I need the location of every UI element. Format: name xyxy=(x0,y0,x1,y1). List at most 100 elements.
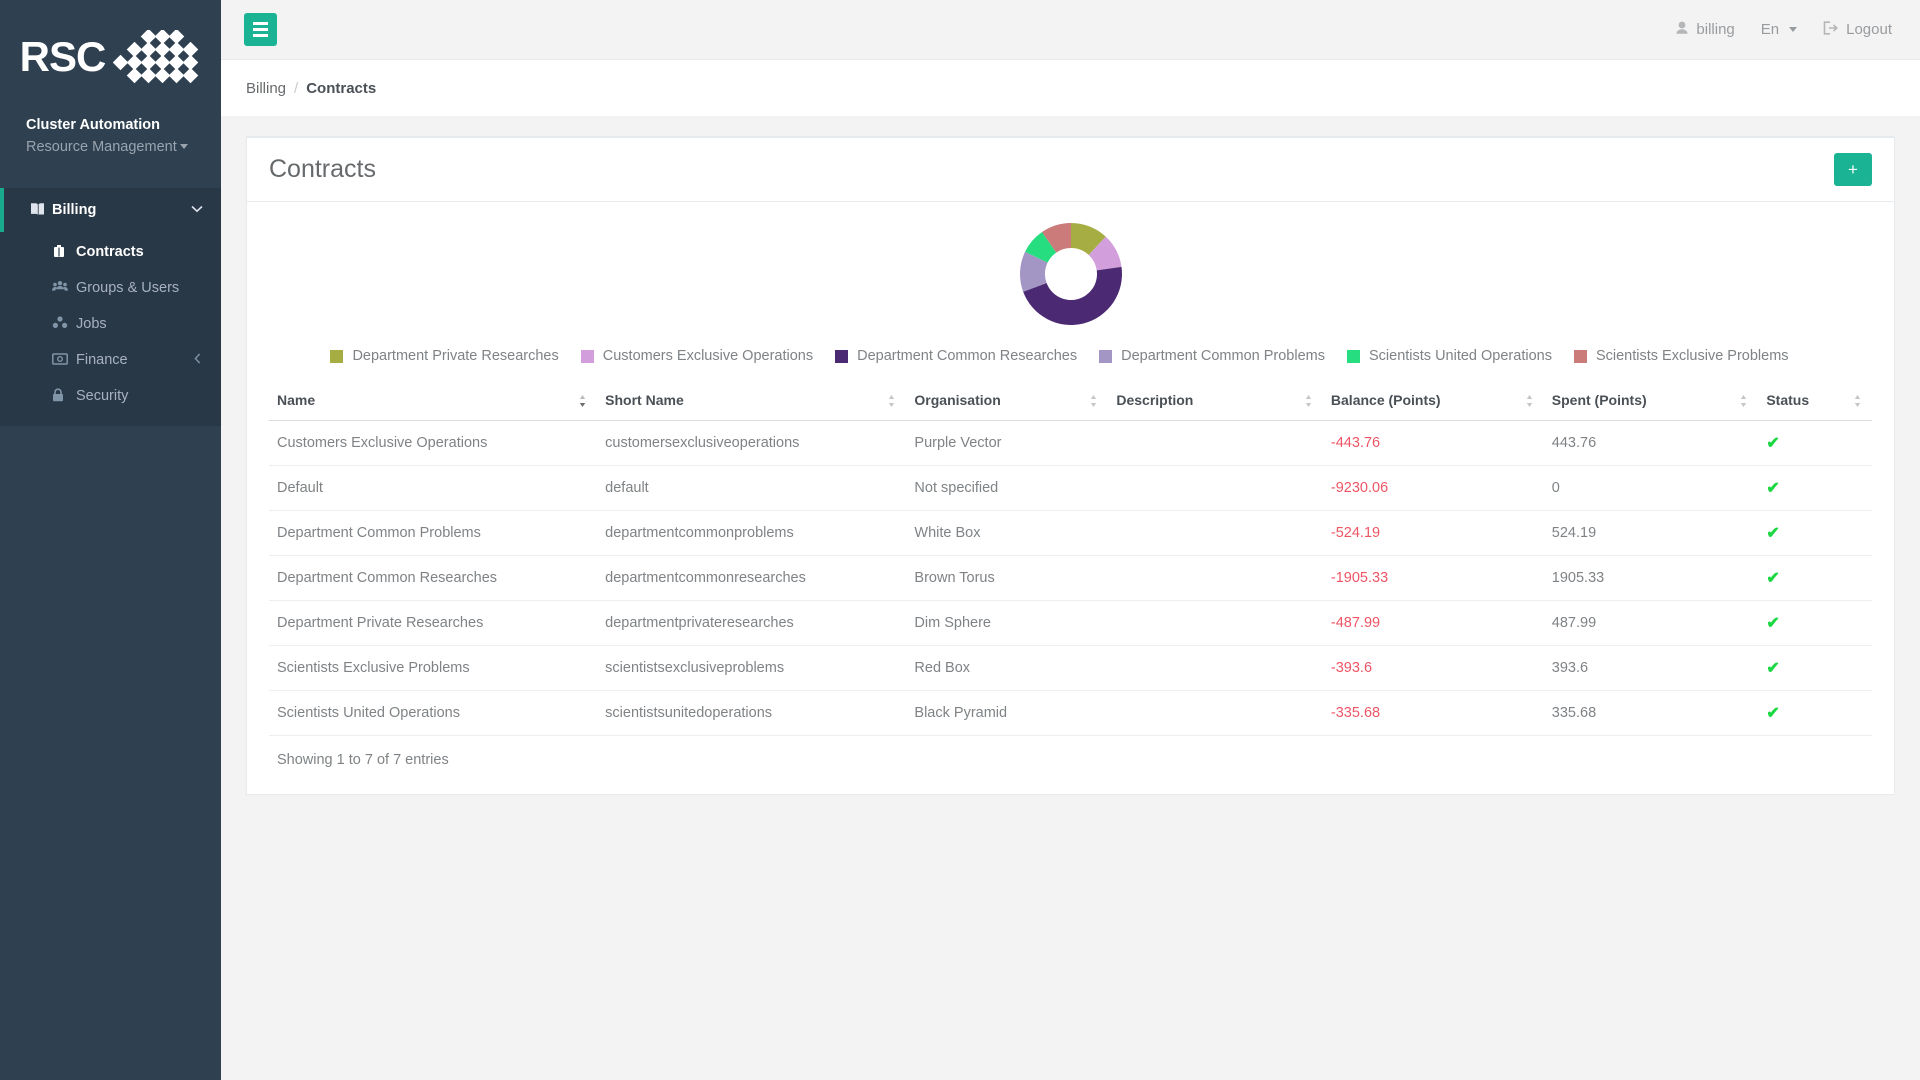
cell-description xyxy=(1108,555,1323,601)
legend-item[interactable]: Customers Exclusive Operations xyxy=(580,348,813,364)
sidebar-group-billing[interactable]: Billing xyxy=(0,188,221,232)
brand-title: Cluster Automation xyxy=(26,117,160,133)
logo[interactable]: RSC xyxy=(0,0,221,108)
sidebar-group-label: Billing xyxy=(52,202,97,218)
sidebar-item-label: Contracts xyxy=(76,244,144,260)
money-icon xyxy=(52,352,76,368)
breadcrumb-separator: / xyxy=(294,79,299,97)
cell-description xyxy=(1108,465,1323,511)
cell-status: ✔ xyxy=(1758,420,1872,466)
legend-item[interactable]: Scientists Exclusive Problems xyxy=(1573,348,1789,364)
brand-subtitle-row[interactable]: Resource Management xyxy=(26,136,221,158)
menu-toggle-button[interactable] xyxy=(244,13,277,46)
add-contract-button[interactable]: + xyxy=(1834,153,1872,186)
plus-icon: + xyxy=(1848,159,1858,179)
sort-both-icon xyxy=(1089,394,1098,408)
cell-description xyxy=(1108,510,1323,556)
column-label: Spent (Points) xyxy=(1551,392,1647,408)
legend-label: Scientists United Operations xyxy=(1369,348,1552,364)
table-row[interactable]: Department Common Researches departmentco… xyxy=(269,555,1872,601)
table-row[interactable]: Scientists United Operations scientistsun… xyxy=(269,690,1872,736)
table-row[interactable]: Scientists Exclusive Problems scientistse… xyxy=(269,645,1872,691)
cell-short-name: customersexclusiveoperations xyxy=(597,420,907,466)
cell-name: Default xyxy=(269,465,598,511)
sidebar-item-label: Groups & Users xyxy=(76,280,180,296)
table-row[interactable]: Default default Not specified -9230.06 0 ✔ xyxy=(269,465,1872,511)
legend-swatch-icon xyxy=(1347,349,1360,363)
brand-subtitle: Resource Management xyxy=(26,139,177,155)
cell-name: Scientists United Operations xyxy=(269,690,598,736)
table-row[interactable]: Department Private Researches departmentp… xyxy=(269,600,1872,646)
topbar: billing En Logout xyxy=(221,0,1920,60)
column-header-description[interactable]: Description xyxy=(1108,382,1323,421)
sidebar-item-groups-users[interactable]: Groups & Users xyxy=(0,270,221,306)
check-icon: ✔ xyxy=(1766,525,1780,542)
contracts-donut-chart: Department Private Researches Customers E… xyxy=(269,214,1872,364)
cell-spent: 335.68 xyxy=(1543,690,1759,736)
cell-spent: 443.76 xyxy=(1543,420,1759,466)
cell-status: ✔ xyxy=(1758,555,1872,601)
cell-description xyxy=(1108,600,1323,646)
cell-short-name: departmentprivateresearches xyxy=(597,600,907,646)
main-area: billing En Logout Billing / Contracts Co… xyxy=(221,0,1920,1080)
cell-status: ✔ xyxy=(1758,600,1872,646)
check-icon: ✔ xyxy=(1766,435,1780,452)
legend-item[interactable]: Scientists United Operations xyxy=(1347,348,1552,364)
legend-item[interactable]: Department Common Problems xyxy=(1099,348,1325,364)
column-header-status[interactable]: Status xyxy=(1758,382,1872,421)
user-menu[interactable]: billing xyxy=(1676,21,1735,38)
column-header-name[interactable]: Name xyxy=(269,382,598,421)
sidebar-item-contracts[interactable]: Contracts xyxy=(0,234,221,270)
column-header-spent[interactable]: Spent (Points) xyxy=(1543,382,1759,421)
cell-balance: -443.76 xyxy=(1322,420,1544,466)
cell-short-name: default xyxy=(597,465,907,511)
cell-short-name: scientistsunitedoperations xyxy=(597,690,907,736)
cell-status: ✔ xyxy=(1758,510,1872,556)
table-row[interactable]: Department Common Problems departmentcomm… xyxy=(269,510,1872,556)
sidebar-nav: Billing Contracts Groups & Users Jobs Fi… xyxy=(0,188,221,426)
legend-label: Department Common Problems xyxy=(1121,348,1325,364)
check-icon: ✔ xyxy=(1766,480,1780,497)
sidebar-item-label: Security xyxy=(76,388,129,404)
breadcrumb: Billing / Contracts xyxy=(221,60,1920,116)
sidebar-item-finance[interactable]: Finance xyxy=(0,342,221,378)
column-header-balance[interactable]: Balance (Points) xyxy=(1322,382,1544,421)
briefcase-icon xyxy=(52,244,76,261)
language-label: En xyxy=(1760,21,1780,38)
contracts-panel: Contracts + Department Private Researche… xyxy=(246,136,1895,795)
logout-button[interactable]: Logout xyxy=(1823,21,1892,38)
column-header-organisation[interactable]: Organisation xyxy=(906,382,1109,421)
check-icon: ✔ xyxy=(1766,615,1780,632)
page-title: Contracts xyxy=(269,155,376,183)
cell-description xyxy=(1108,645,1323,691)
sitemap-icon xyxy=(52,316,76,332)
logout-label: Logout xyxy=(1846,21,1892,38)
cell-name: Scientists Exclusive Problems xyxy=(269,645,598,691)
cell-spent: 393.6 xyxy=(1543,645,1759,691)
sidebar-item-security[interactable]: Security xyxy=(0,378,221,414)
logo-text: RSC xyxy=(19,33,107,80)
cell-status: ✔ xyxy=(1758,465,1872,511)
table-row[interactable]: Customers Exclusive Operations customerse… xyxy=(269,420,1872,466)
column-label: Name xyxy=(277,392,316,408)
legend-swatch-icon xyxy=(1099,349,1113,363)
panel-body: Department Private Researches Customers E… xyxy=(247,202,1894,794)
user-icon xyxy=(1676,21,1688,38)
language-selector[interactable]: En xyxy=(1760,21,1798,38)
cell-organisation: Purple Vector xyxy=(906,420,1109,466)
sidebar-subnav: Contracts Groups & Users Jobs Finance Se… xyxy=(0,232,221,426)
legend-label: Department Common Researches xyxy=(857,348,1078,364)
chevron-down-icon xyxy=(1789,27,1798,32)
column-label: Balance (Points) xyxy=(1330,392,1441,408)
legend-item[interactable]: Department Common Researches xyxy=(835,348,1077,364)
column-label: Short Name xyxy=(605,392,684,408)
cell-spent: 524.19 xyxy=(1543,510,1759,556)
donut-svg[interactable] xyxy=(1019,222,1123,326)
breadcrumb-parent[interactable]: Billing xyxy=(246,80,286,97)
sidebar: RSC Cluster Automation Resource Manageme… xyxy=(0,0,221,1080)
cell-balance: -9230.06 xyxy=(1322,465,1544,511)
sidebar-item-jobs[interactable]: Jobs xyxy=(0,306,221,342)
legend-item[interactable]: Department Private Researches xyxy=(330,348,559,364)
column-label: Organisation xyxy=(914,392,1001,408)
column-header-short-name[interactable]: Short Name xyxy=(597,382,907,421)
